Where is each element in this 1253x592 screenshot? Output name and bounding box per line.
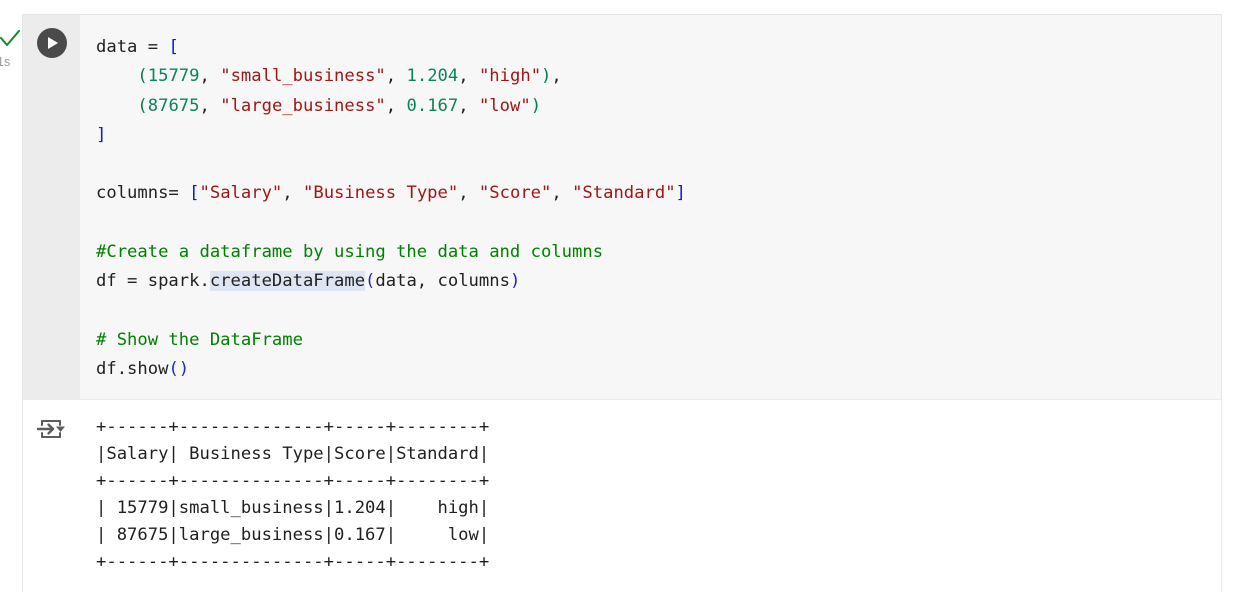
code-cell: data = [ (15779, "small_business", 1.204… [22, 14, 1222, 592]
code-token: ( [137, 96, 147, 116]
code-token [96, 66, 137, 86]
output-gutter [23, 400, 80, 592]
code-token: ) [531, 96, 541, 116]
code-token: , [200, 66, 221, 86]
code-token: ( [137, 66, 147, 86]
code-cell-output: +------+--------------+-----+--------+ |… [23, 400, 1221, 592]
code-token: # Show the DataFrame [96, 330, 303, 350]
code-token: , [551, 183, 572, 203]
code-token: , [458, 96, 479, 116]
code-token: 87675 [148, 96, 200, 116]
code-token: ] [676, 183, 686, 203]
code-token: "Standard" [572, 183, 675, 203]
code-token: data, columns [375, 271, 510, 291]
code-token: , [458, 183, 479, 203]
output-table-text: +------+--------------+-----+--------+ |… [96, 414, 1221, 576]
run-cell-button[interactable] [37, 28, 67, 58]
code-token: [ [168, 37, 178, 57]
code-token: 0.167 [407, 96, 459, 116]
code-token: , [282, 183, 303, 203]
code-editor[interactable]: data = [ (15779, "small_business", 1.204… [80, 15, 1221, 399]
play-icon [48, 37, 58, 49]
code-token: createDataFrame [210, 271, 365, 291]
code-token: , [386, 66, 407, 86]
code-token: "Salary" [200, 183, 283, 203]
code-token: #Create a dataframe by using the data an… [96, 242, 603, 262]
code-token: "Business Type" [303, 183, 458, 203]
code-token: columns= [96, 183, 189, 203]
code-token: 15779 [148, 66, 200, 86]
code-token: df.show [96, 359, 168, 379]
code-token: 1.204 [407, 66, 459, 86]
code-token: "small_business" [220, 66, 386, 86]
code-token: "high" [479, 66, 541, 86]
code-cell-input: data = [ (15779, "small_business", 1.204… [23, 15, 1221, 400]
code-token: ( [365, 271, 375, 291]
check-icon [0, 30, 21, 48]
code-token: [ [189, 183, 199, 203]
code-token: "large_business" [220, 96, 386, 116]
code-token: "Score" [479, 183, 551, 203]
output-content: +------+--------------+-----+--------+ |… [80, 400, 1221, 586]
code-token: , [551, 66, 561, 86]
code-token: df = spark. [96, 271, 210, 291]
code-token: ) [510, 271, 520, 291]
code-token: , [386, 96, 407, 116]
code-token: () [168, 359, 189, 379]
code-token: "low" [479, 96, 531, 116]
execution-time-label: 1s [0, 55, 10, 69]
code-text[interactable]: data = [ (15779, "small_business", 1.204… [96, 33, 1221, 385]
code-token: ] [96, 125, 106, 145]
code-token: , [458, 66, 479, 86]
run-gutter [23, 15, 80, 399]
code-token: data = [96, 37, 168, 57]
code-token [96, 96, 137, 116]
notebook-cell-screenshot: 1s data = [ (15779, "small_business", 1.… [0, 0, 1253, 592]
output-log-icon[interactable] [36, 416, 68, 442]
code-token: ) [541, 66, 551, 86]
cell-status-gutter: 1s [0, 14, 22, 74]
code-token: , [200, 96, 221, 116]
